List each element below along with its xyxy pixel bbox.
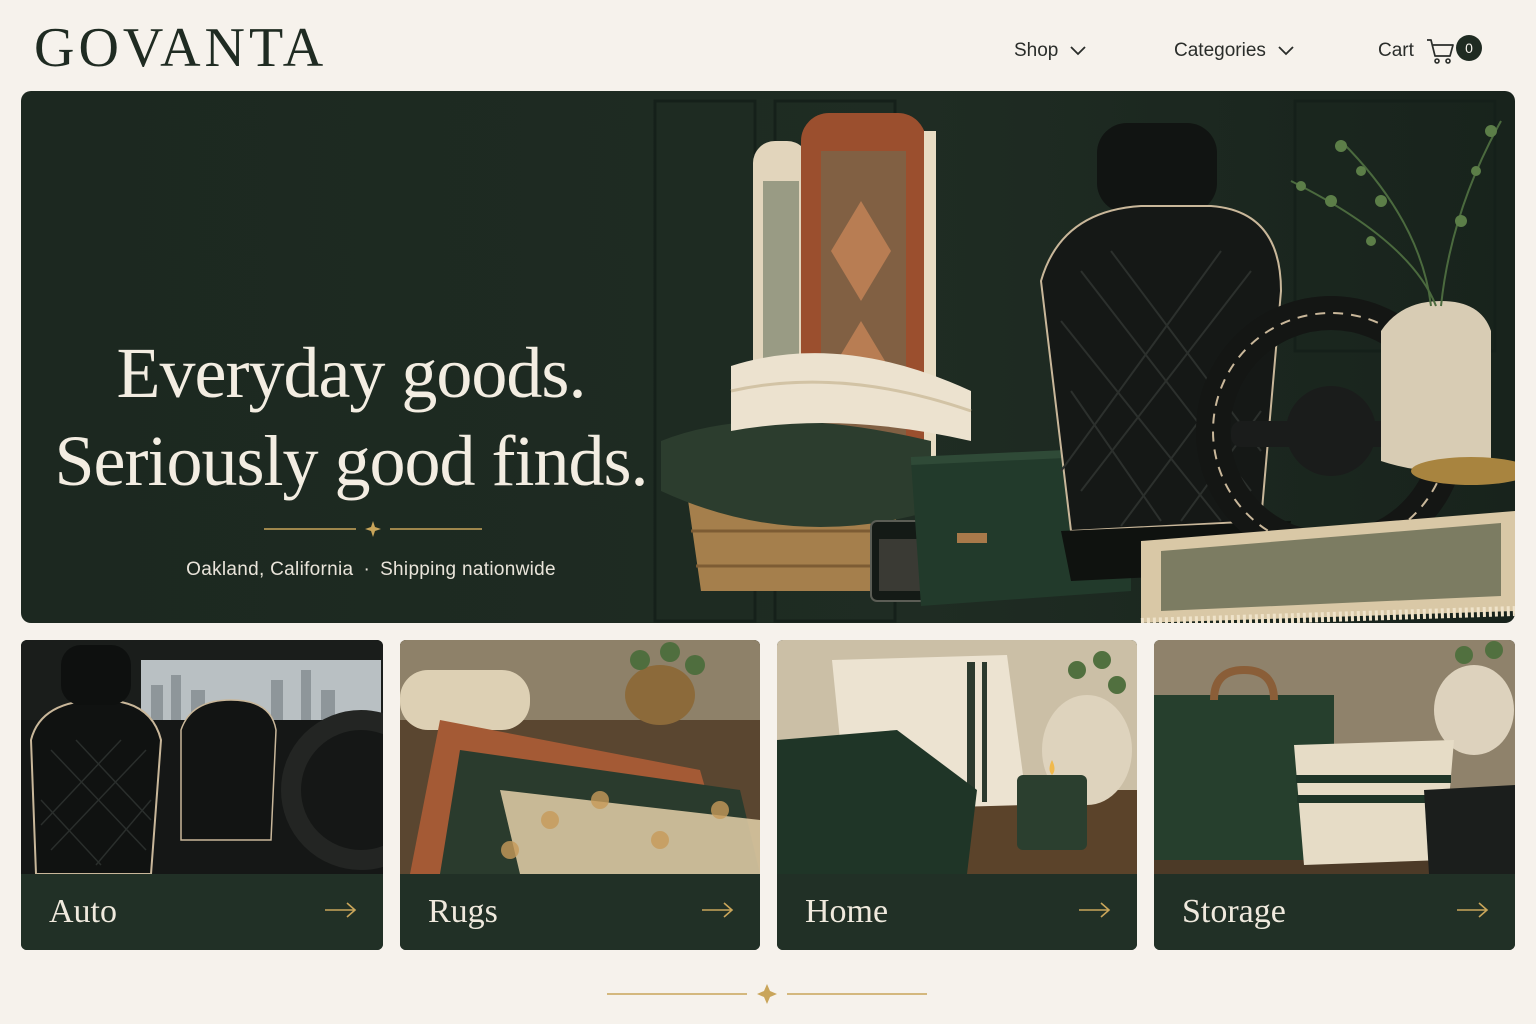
category-card-home[interactable]: Home	[777, 640, 1137, 950]
nav-cart-label: Cart	[1378, 40, 1414, 61]
category-card-storage[interactable]: Storage	[1154, 640, 1515, 950]
home-image	[777, 640, 1137, 874]
category-label-auto: Auto	[49, 893, 117, 930]
category-label-home: Home	[805, 893, 889, 930]
category-card-auto[interactable]: Auto	[21, 640, 383, 950]
arrow-right-icon	[325, 902, 357, 918]
category-image-home	[777, 640, 1137, 874]
category-footer: Storage	[1154, 874, 1515, 950]
hero-headline-line2: Seriously good finds.	[54, 421, 648, 501]
category-footer: Auto	[21, 874, 383, 950]
arrow-right-icon	[702, 902, 734, 918]
nav-categories[interactable]: Categories	[1174, 36, 1294, 66]
hero-banner: Everyday goods. Seriously good finds. Oa…	[21, 91, 1515, 623]
site-header: GOVANTA Shop Categories Cart 0	[0, 0, 1536, 91]
nav-cart[interactable]: Cart	[1378, 36, 1456, 66]
category-card-rugs[interactable]: Rugs	[400, 640, 760, 950]
separator-dot: ·	[363, 559, 371, 580]
category-label-storage: Storage	[1182, 893, 1286, 930]
category-footer: Rugs	[400, 874, 760, 950]
category-image-storage	[1154, 640, 1515, 874]
category-image-rugs	[400, 640, 760, 874]
chevron-down-icon	[1070, 46, 1087, 56]
hero-location: Oakland, California · Shipping nationwide	[21, 559, 721, 581]
sparkle-divider-icon	[607, 984, 927, 1004]
rugs-image	[400, 640, 760, 874]
hero-product-image	[661, 113, 1515, 623]
arrow-right-icon	[1457, 902, 1489, 918]
category-footer: Home	[777, 874, 1137, 950]
cart-icon	[1426, 39, 1454, 64]
auto-image	[21, 640, 383, 874]
hero-headline-line1: Everyday goods.	[116, 333, 587, 413]
category-label-rugs: Rugs	[428, 893, 498, 930]
cart-count-badge: 0	[1456, 35, 1482, 61]
brand-logo[interactable]: GOVANTA	[34, 18, 327, 78]
chevron-down-icon	[1278, 46, 1294, 56]
category-image-auto	[21, 640, 383, 874]
shipping-text: Shipping nationwide	[380, 559, 556, 580]
sparkle-divider-icon	[264, 521, 482, 537]
nav-shop[interactable]: Shop	[1014, 36, 1087, 66]
location-text: Oakland, California	[186, 559, 354, 580]
nav-shop-label: Shop	[1014, 40, 1059, 61]
nav-categories-label: Categories	[1174, 40, 1266, 61]
storage-image	[1154, 640, 1515, 874]
hero-headline: Everyday goods. Seriously good finds.	[21, 329, 681, 505]
arrow-right-icon	[1079, 902, 1111, 918]
